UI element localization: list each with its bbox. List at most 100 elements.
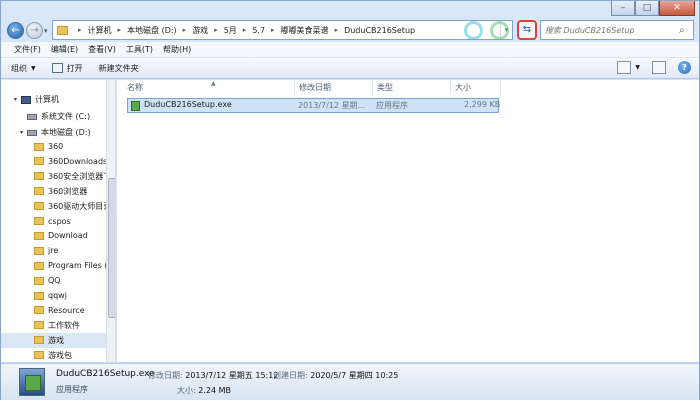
chevron-down-icon[interactable]: ▼ [635,64,640,71]
expand-arrow-icon[interactable]: ▾ [14,96,21,103]
close-button[interactable]: ✕ [659,1,695,16]
maximize-button[interactable]: □ [635,1,659,16]
details-size: 大小: 2.24 MB [177,385,231,396]
folder-icon [34,246,44,255]
nav-item[interactable]: cspos [1,214,106,229]
view-controls: ▼ ? [605,61,691,74]
menu-tools[interactable]: 工具(T) [121,42,158,57]
nav-item-label: Resource [48,305,85,315]
nav-item[interactable]: qqwj [1,288,106,303]
breadcrumb-item[interactable]: 游戏 ▸ [192,25,224,36]
command-bar: 组织 ▼ 打开 新建文件夹 ▼ ? [1,58,699,79]
new-folder-button[interactable]: 新建文件夹 [99,63,139,74]
breadcrumb-item[interactable]: 本地磁盘 (D:) ▸ [127,25,192,36]
minimize-button[interactable]: – [611,1,635,16]
nav-item-label: 360安全浏览器下 [48,171,106,181]
column-header-size[interactable]: 大小 [451,80,501,95]
view-options-icon[interactable] [617,61,632,74]
address-bar[interactable]: ▸ 计算机 ▸ 本地磁盘 (D:) ▸ 游戏 ▸ 5月 ▸ 5.7 ▸ 嘟嘟美食菜谱 ▸ D… [52,20,513,40]
details-modified: 修改日期: 2013/7/12 星期五 15:12 [148,370,278,381]
recent-pages-dropdown[interactable]: ▾ [44,27,50,35]
size-value: 2.24 MB [198,386,231,395]
column-name-label: 名称 [127,83,143,92]
breadcrumb-prefix: ▸ [78,26,82,34]
details-pane: DuduCB216Setup.exe 应用程序 修改日期: 2013/7/12 … [1,363,699,400]
search-icon[interactable]: ⌕ [679,25,689,36]
refresh-button[interactable]: ⇆ [517,20,537,40]
nav-item[interactable]: 360Downloads [1,154,106,169]
nav-item[interactable]: 系统文件 (C:) [1,109,106,124]
menu-edit[interactable]: 编辑(E) [46,42,83,57]
drive-icon [27,113,37,120]
search-box[interactable]: ⌕ [540,20,694,40]
modified-value: 2013/7/12 星期五 15:12 [185,371,279,380]
folder-icon [34,351,44,360]
forward-button[interactable]: → [26,22,43,39]
help-icon[interactable]: ? [678,61,691,74]
menu-bar: 文件(F) 编辑(E) 查看(V) 工具(T) 帮助(H) [1,42,699,58]
sort-ascending-icon: ▲ [211,80,216,87]
folder-icon [34,142,44,151]
file-list-pane: 名称 ▲ 修改日期 类型 大小 DuduCB216Setup.exe 2013/… [117,80,699,362]
menu-help[interactable]: 帮助(H) [158,42,196,57]
nav-item[interactable]: 游戏 [1,332,106,348]
nav-item[interactable]: ▾ 本地磁盘 (D:) [1,125,106,140]
folder-icon [34,321,44,330]
organize-button[interactable]: 组织 ▼ [11,63,36,74]
nav-item[interactable]: Download [1,228,106,243]
column-date-label: 修改日期 [299,83,331,92]
folder-icon [34,202,44,211]
navigation-scrollbar[interactable] [106,80,115,362]
file-name: DuduCB216Setup.exe [144,100,232,109]
expand-arrow-icon[interactable]: ▾ [20,129,27,136]
nav-item[interactable]: 360驱动大师目录 [1,199,106,214]
application-icon [131,100,140,111]
open-icon [51,63,63,73]
search-input[interactable] [545,25,679,35]
drive-icon [27,129,37,136]
breadcrumb-item[interactable]: 嘟嘟美食菜谱 ▸ [281,25,345,36]
folder-icon [34,261,44,270]
chevron-down-icon: ▼ [31,64,36,72]
explorer-window: – □ ✕ ← → ▾ ▸ 计算机 ▸ 本地磁盘 (D:) ▸ 游戏 ▸ 5月 ▸ 5.… [0,0,700,400]
created-label: 创建日期: [273,371,308,380]
nav-item[interactable]: ▾ 计算机 [1,92,106,107]
nav-item[interactable]: 工作软件 [1,318,106,333]
file-row[interactable]: DuduCB216Setup.exe 2013/7/12 星期... 应用程序 … [127,98,500,113]
breadcrumb-item[interactable]: 计算机 ▸ [88,25,128,36]
nav-item[interactable]: 360浏览器 [1,184,106,199]
nav-item[interactable]: 360 [1,139,106,154]
nav-item-label: jre [48,246,59,256]
column-header-date[interactable]: 修改日期 [295,80,373,95]
nav-item[interactable]: QQ [1,273,106,288]
menu-view[interactable]: 查看(V) [83,42,121,57]
open-button[interactable]: 打开 [51,63,83,74]
size-label: 大小: [177,386,196,395]
menu-file[interactable]: 文件(F) [9,42,46,57]
folder-icon [34,291,44,300]
preview-pane-icon[interactable] [652,61,666,74]
folder-icon [34,231,44,240]
breadcrumb-item[interactable]: 5月 ▸ [224,25,253,36]
nav-item[interactable]: jre [1,243,106,258]
breadcrumb-item[interactable]: DuduCB216Setup [344,26,415,35]
application-icon [19,368,45,396]
nav-item-label: 360 [48,142,64,151]
nav-item[interactable]: Resource [1,303,106,318]
folder-icon [34,306,44,315]
nav-item[interactable]: 游戏包 [1,348,106,362]
folder-icon [34,157,44,166]
nav-item-label: Program Files ( [48,261,106,271]
column-header-name[interactable]: 名称 ▲ [123,80,295,95]
back-button[interactable]: ← [7,22,24,39]
nav-item[interactable]: 360安全浏览器下 [1,169,106,184]
details-file-name: DuduCB216Setup.exe [56,369,155,379]
folder-icon [34,276,44,285]
open-label: 打开 [66,63,83,73]
details-created: 创建日期: 2020/5/7 星期四 10:25 [273,370,398,381]
breadcrumb-item[interactable]: 5.7 ▸ [252,26,280,35]
nav-item[interactable]: Program Files ( [1,258,106,273]
folder-icon [34,217,44,225]
scrollbar-thumb[interactable] [108,178,115,318]
column-header-type[interactable]: 类型 [373,80,451,95]
